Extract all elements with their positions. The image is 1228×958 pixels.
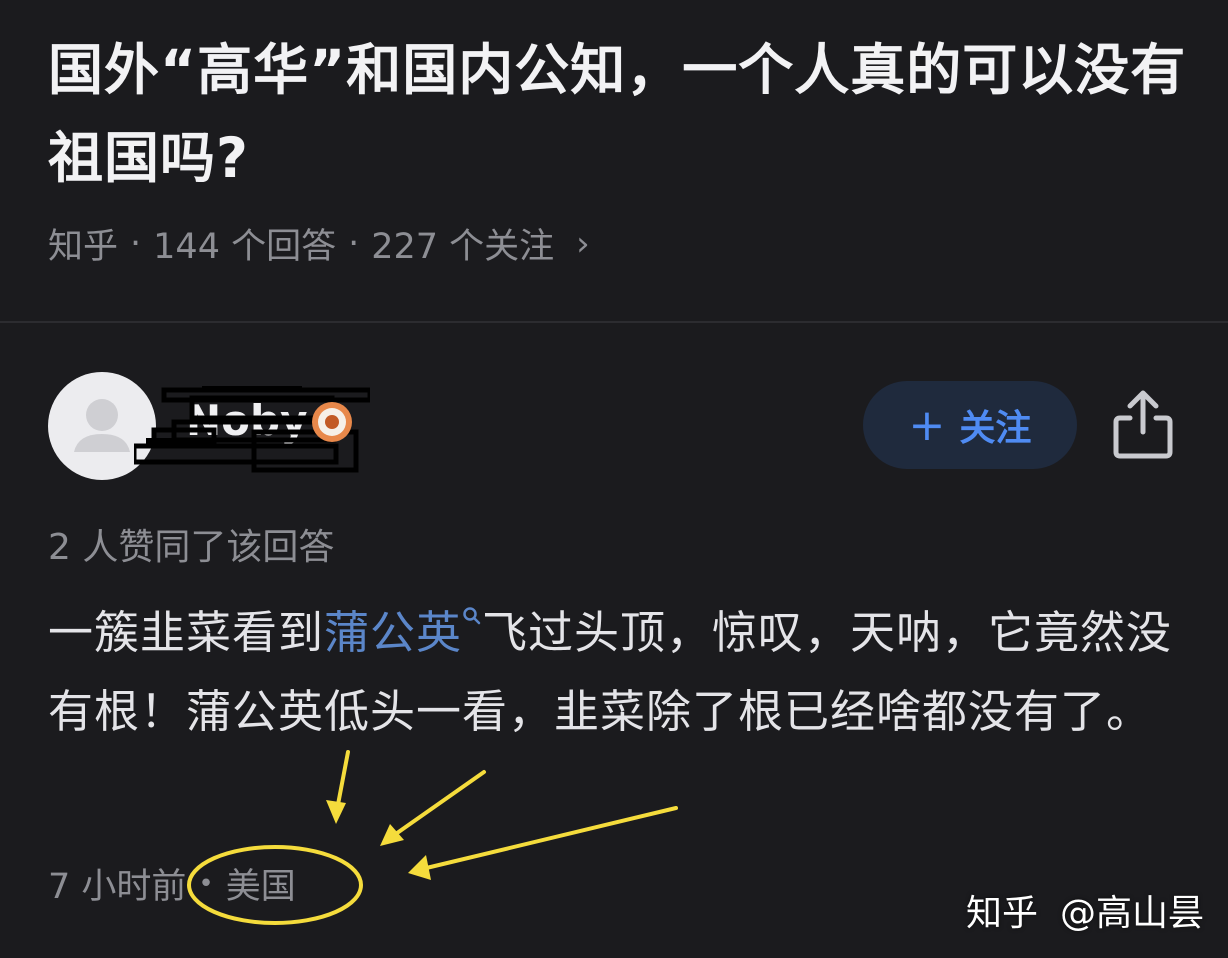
answer-text-start: 一簇韭菜看到 bbox=[48, 606, 325, 659]
divider bbox=[0, 321, 1228, 323]
question-title: 国外“高华”和国内公知，一个人真的可以没有祖国吗? bbox=[48, 38, 1187, 190]
meta-dot: • bbox=[198, 868, 214, 899]
share-icon[interactable] bbox=[1112, 388, 1174, 460]
arrowhead bbox=[408, 855, 431, 880]
chevron-right-icon[interactable]: › bbox=[576, 224, 590, 264]
annotation-arrow bbox=[416, 806, 678, 872]
likes-count: 2 人赞同了该回答 bbox=[48, 527, 335, 568]
arrowhead bbox=[380, 824, 404, 846]
author-block[interactable]: Noby bbox=[134, 386, 370, 478]
answer-meta: 7 小时前 • 美国 bbox=[48, 858, 296, 909]
follow-button-label: 关注 bbox=[959, 408, 1032, 449]
question-meta[interactable]: 知乎 · 144 个回答 · 227 个关注 › bbox=[48, 218, 590, 269]
answer-time: 7 小时前 bbox=[48, 867, 187, 907]
search-link-word[interactable]: 蒲公英 bbox=[324, 606, 462, 659]
watermark-logo: 知乎 bbox=[966, 893, 1039, 934]
follow-button[interactable]: + 关注 bbox=[863, 381, 1077, 469]
annotation-arrow bbox=[388, 770, 486, 840]
annotation-arrow bbox=[334, 750, 350, 817]
answer-body: 一簇韭菜看到蒲公英 飞过头顶，惊叹，天呐，它竟然没有根！蒲公英低头一看，韭菜除了根… bbox=[48, 593, 1188, 751]
watermark: 知乎 @高山昙 bbox=[966, 884, 1204, 936]
answer-count: 144 个回答 bbox=[153, 227, 337, 267]
arrowhead bbox=[326, 800, 346, 824]
meta-separator: · bbox=[130, 223, 142, 264]
ip-location: 美国 bbox=[225, 867, 296, 907]
platform-name: 知乎 bbox=[48, 227, 119, 267]
plus-icon: + bbox=[908, 399, 946, 451]
badge-icon bbox=[312, 402, 352, 442]
watermark-user: @高山昙 bbox=[1060, 893, 1205, 934]
meta-separator: · bbox=[348, 223, 360, 264]
search-icon[interactable] bbox=[462, 606, 482, 626]
follow-count: 227 个关注 bbox=[371, 227, 555, 267]
